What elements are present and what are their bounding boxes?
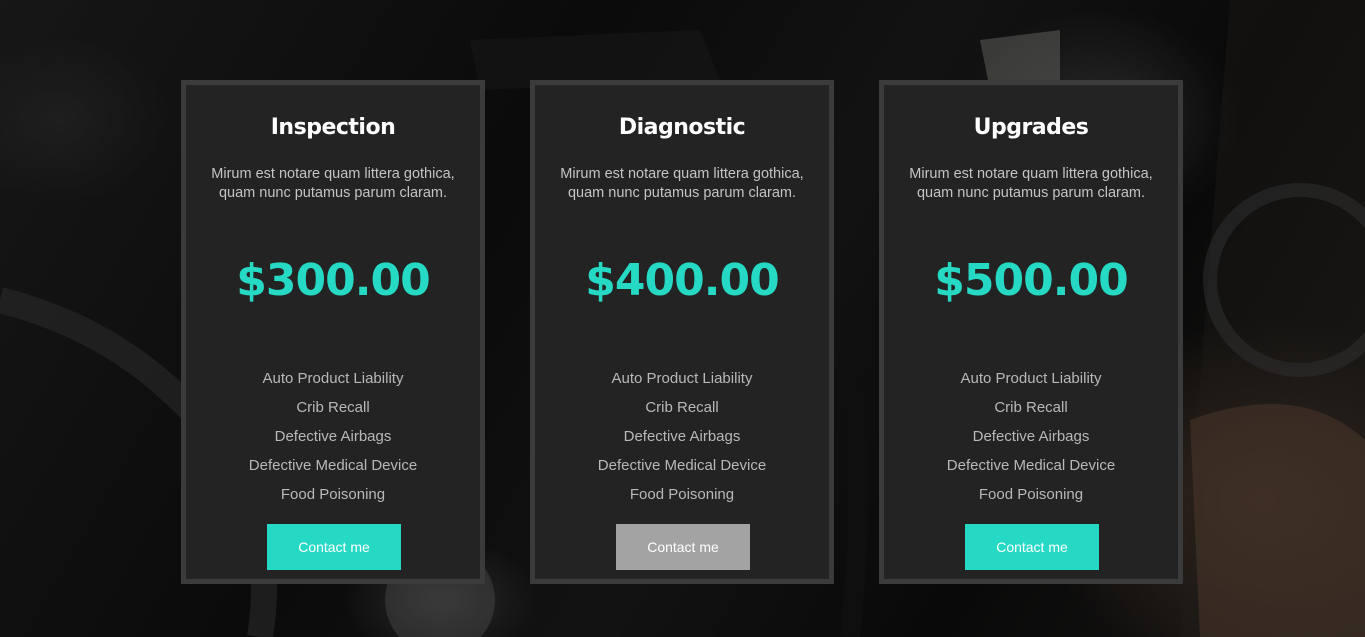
pricing-cards: Inspection Mirum est notare quam littera… xyxy=(181,80,1183,584)
card-title: Upgrades xyxy=(973,115,1089,140)
feature-item: Food Poisoning xyxy=(280,486,386,503)
pricing-card-diagnostic: Diagnostic Mirum est notare quam littera… xyxy=(530,80,834,584)
card-price: $300.00 xyxy=(236,255,430,306)
feature-item: Crib Recall xyxy=(296,399,370,416)
feature-list: Auto Product Liability Crib Recall Defec… xyxy=(535,364,829,509)
feature-item: Defective Medical Device xyxy=(248,457,418,474)
card-description: Mirum est notare quam littera gothica, q… xyxy=(211,166,455,201)
feature-list: Auto Product Liability Crib Recall Defec… xyxy=(884,364,1178,509)
contact-me-button[interactable]: Contact me xyxy=(965,524,1099,570)
contact-me-button[interactable]: Contact me xyxy=(616,524,750,570)
feature-item: Defective Medical Device xyxy=(597,457,767,474)
feature-item: Auto Product Liability xyxy=(960,370,1102,387)
card-price: $500.00 xyxy=(934,255,1128,306)
feature-item: Auto Product Liability xyxy=(262,370,404,387)
card-price: $400.00 xyxy=(585,255,779,306)
card-title: Inspection xyxy=(270,115,396,140)
card-description: Mirum est notare quam littera gothica, q… xyxy=(909,166,1153,201)
feature-item: Crib Recall xyxy=(994,399,1068,416)
pricing-card-inspection: Inspection Mirum est notare quam littera… xyxy=(181,80,485,584)
contact-me-button[interactable]: Contact me xyxy=(267,524,401,570)
feature-item: Defective Airbags xyxy=(274,428,392,445)
card-description: Mirum est notare quam littera gothica, q… xyxy=(560,166,804,201)
feature-item: Food Poisoning xyxy=(978,486,1084,503)
feature-item: Defective Medical Device xyxy=(946,457,1116,474)
feature-item: Defective Airbags xyxy=(972,428,1090,445)
feature-item: Defective Airbags xyxy=(623,428,741,445)
feature-item: Auto Product Liability xyxy=(611,370,753,387)
card-title: Diagnostic xyxy=(618,115,746,140)
feature-list: Auto Product Liability Crib Recall Defec… xyxy=(186,364,480,509)
pricing-card-upgrades: Upgrades Mirum est notare quam littera g… xyxy=(879,80,1183,584)
feature-item: Crib Recall xyxy=(645,399,719,416)
feature-item: Food Poisoning xyxy=(629,486,735,503)
